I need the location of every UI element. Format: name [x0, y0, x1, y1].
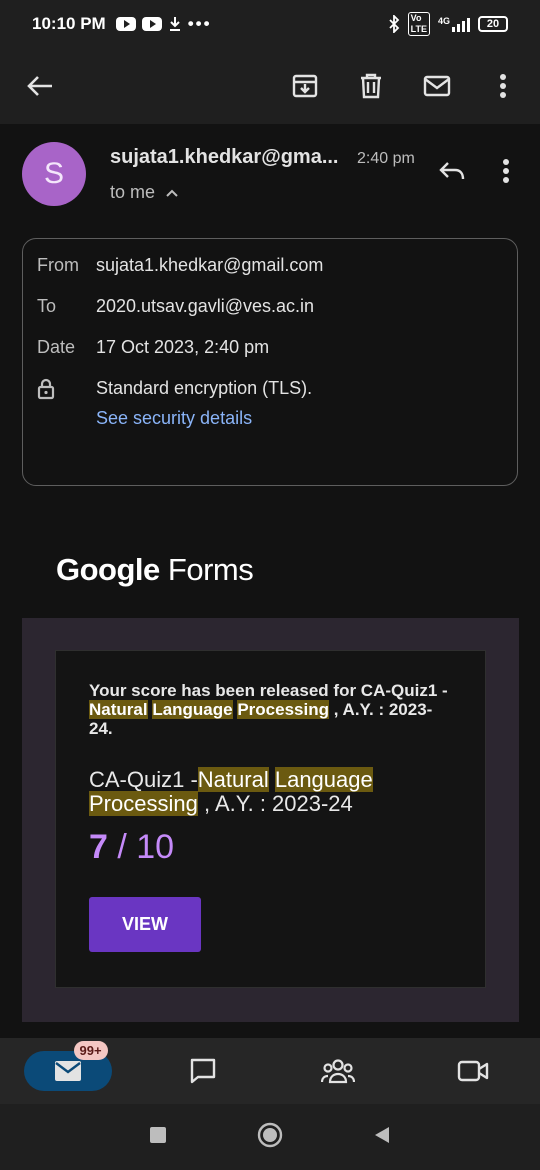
email-details-card: From sujata1.khedkar@gmail.com To 2020.u…: [22, 238, 518, 486]
status-bar: 10:10 PM ••• Vo LTE 4G 20: [0, 0, 540, 48]
more-vert-icon: [503, 159, 509, 183]
form-card: Your score has been released for CA-Quiz…: [55, 650, 486, 988]
delete-button[interactable]: [356, 71, 386, 101]
youtube-icon: [115, 17, 136, 31]
security-details-link[interactable]: See security details: [96, 408, 312, 429]
more-notifications-icon: •••: [187, 14, 212, 33]
email-time: 2:40 pm: [357, 150, 415, 167]
message-more-button[interactable]: [496, 156, 516, 186]
google-forms-logo: Google Forms: [56, 552, 254, 588]
encryption-row: Standard encryption (TLS). See security …: [37, 378, 503, 429]
delete-icon: [361, 73, 381, 99]
back-button[interactable]: [22, 68, 58, 104]
circle-icon: [257, 1122, 283, 1147]
battery-icon: 20: [478, 16, 508, 32]
to-value[interactable]: 2020.utsav.gavli@ves.ac.in: [96, 296, 314, 317]
reply-button[interactable]: [434, 156, 470, 186]
archive-button[interactable]: [290, 71, 320, 101]
encryption-text: Standard encryption (TLS).: [96, 378, 313, 398]
form-card-outer: Your score has been released for CA-Quiz…: [22, 618, 519, 1022]
reply-icon: [439, 162, 465, 180]
bluetooth-icon: [389, 15, 399, 33]
date-label: Date: [37, 337, 76, 357]
release-message: Your score has been released for CA-Quiz…: [89, 681, 448, 738]
encryption-info: Standard encryption (TLS). See security …: [96, 378, 312, 429]
mail-icon: [54, 1061, 81, 1081]
archive-icon: [292, 74, 318, 98]
from-row: From sujata1.khedkar@gmail.com: [37, 255, 503, 296]
nav-meet[interactable]: [429, 1051, 517, 1091]
signal-icon: 4G: [438, 16, 470, 32]
sender-name: sujata1.khedkar@gma...: [110, 146, 339, 168]
recents-button[interactable]: [149, 1126, 167, 1149]
score: 7 / 10: [89, 828, 175, 866]
nav-mail[interactable]: 99+: [23, 1041, 112, 1091]
score-total: 10: [136, 828, 175, 866]
notification-icons: •••: [115, 14, 212, 34]
unread-badge: 99+: [73, 1041, 108, 1060]
sender-avatar[interactable]: S: [22, 142, 86, 206]
email-content: S sujata1.khedkar@gma... 2:40 pm to me F…: [0, 124, 540, 1038]
lock-icon: [37, 378, 96, 405]
from-value[interactable]: sujata1.khedkar@gmail.com: [96, 255, 323, 276]
mail-icon: [423, 75, 451, 97]
view-button[interactable]: VIEW: [89, 897, 201, 952]
logo-google-text: Google: [56, 552, 160, 587]
youtube-icon: [141, 17, 162, 31]
video-camera-icon: [457, 1060, 488, 1082]
to-label: To: [37, 296, 57, 316]
home-button[interactable]: [257, 1122, 283, 1153]
group-icon: [320, 1059, 355, 1084]
mark-unread-button[interactable]: [422, 71, 452, 101]
recipient-toggle[interactable]: to me: [110, 182, 179, 203]
nav-chat[interactable]: [159, 1051, 247, 1091]
more-options-button[interactable]: [488, 71, 518, 101]
status-time: 10:10 PM: [32, 14, 106, 33]
recipient-summary: to me: [110, 182, 156, 202]
bottom-navigation: 99+: [0, 1038, 540, 1104]
nav-spaces[interactable]: [294, 1051, 382, 1091]
score-value: 7: [89, 828, 108, 866]
to-row: To 2020.utsav.gavli@ves.ac.in: [37, 296, 503, 337]
chat-icon: [190, 1058, 215, 1084]
download-icon: [169, 17, 180, 31]
chevron-up-icon: [166, 189, 178, 197]
date-row: Date 17 Oct 2023, 2:40 pm: [37, 337, 503, 378]
quiz-title: CA-Quiz1 -Natural Language Processing , A…: [89, 767, 373, 816]
from-label: From: [37, 255, 79, 275]
volte-icon: Vo LTE: [407, 12, 430, 36]
sender-header: S sujata1.khedkar@gma... 2:40 pm to me: [22, 142, 520, 212]
more-vert-icon: [500, 74, 506, 98]
logo-forms-text: Forms: [167, 552, 254, 587]
triangle-back-icon: [375, 1126, 389, 1143]
date-value: 17 Oct 2023, 2:40 pm: [96, 337, 270, 357]
back-arrow-icon: [27, 76, 52, 96]
back-nav-button[interactable]: [373, 1125, 391, 1150]
system-status: Vo LTE 4G 20: [388, 12, 508, 36]
square-icon: [150, 1126, 166, 1143]
email-toolbar: [0, 48, 540, 124]
system-navigation: [0, 1104, 540, 1170]
